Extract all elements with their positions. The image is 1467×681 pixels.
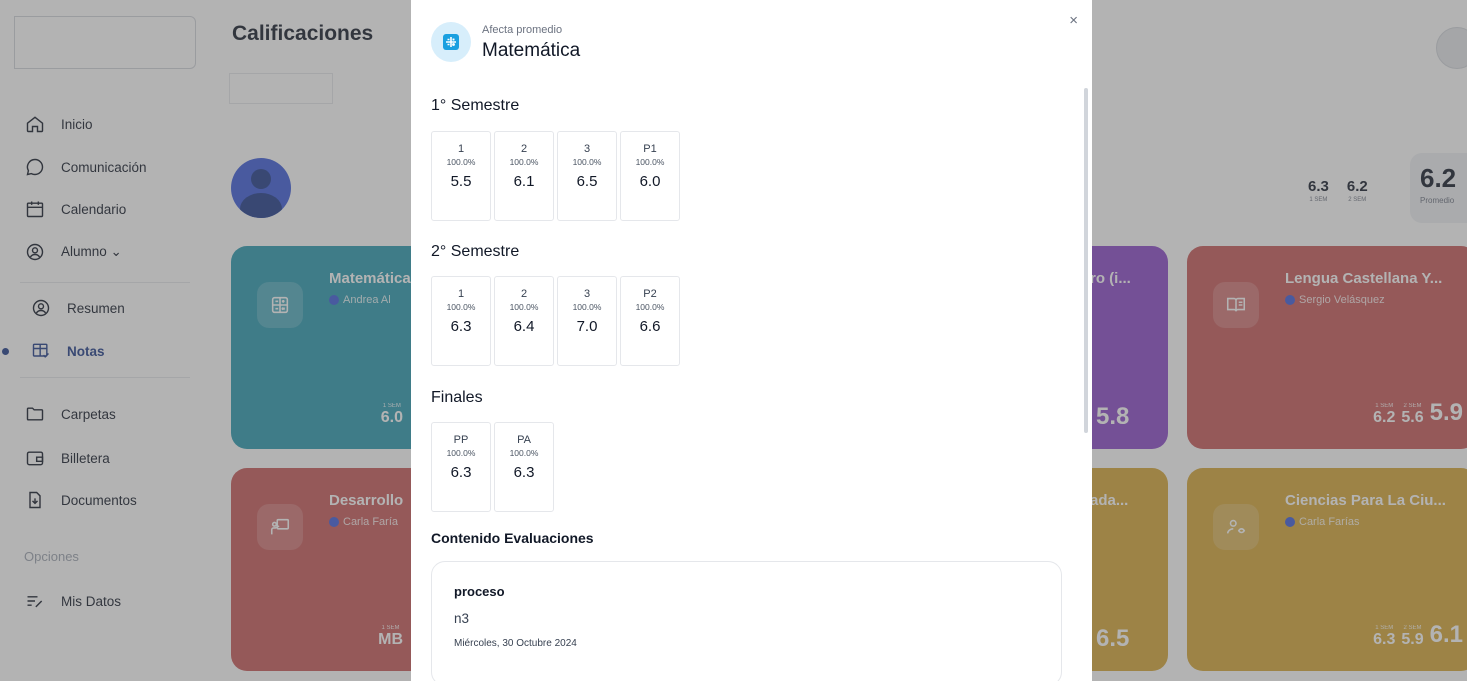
section-title-sem1: 1° Semestre <box>431 97 520 114</box>
calculator-icon <box>443 34 459 50</box>
grade-box[interactable]: 2 100.0% 6.4 <box>494 276 554 366</box>
section-title-finales: Finales <box>431 389 483 406</box>
section-title-sem2: 2° Semestre <box>431 243 520 260</box>
grade-row-sem1: 1 100.0% 5.5 2 100.0% 6.1 3 100.0% 6.5 P1 100.0… <box>431 131 680 221</box>
grade-box[interactable]: 3 100.0% 7.0 <box>557 276 617 366</box>
grade-row-finales: PP 100.0% 6.3 PA 100.0% 6.3 <box>431 422 554 512</box>
subject-icon <box>431 22 471 62</box>
evaluation-card[interactable]: proceso n3 Miércoles, 30 Octubre 2024 <box>431 561 1062 681</box>
affects-average-label: Afecta promedio <box>482 24 563 36</box>
grade-box[interactable]: P2 100.0% 6.6 <box>620 276 680 366</box>
grade-box[interactable]: 1 100.0% 6.3 <box>431 276 491 366</box>
evaluation-title: proceso <box>454 584 505 599</box>
close-icon[interactable]: × <box>1069 12 1078 29</box>
evaluation-date: Miércoles, 30 Octubre 2024 <box>454 638 577 649</box>
grade-box[interactable]: 1 100.0% 5.5 <box>431 131 491 221</box>
modal-title: Matemática <box>482 40 581 61</box>
grade-box[interactable]: 2 100.0% 6.1 <box>494 131 554 221</box>
grade-box[interactable]: 3 100.0% 6.5 <box>557 131 617 221</box>
grade-box[interactable]: P1 100.0% 6.0 <box>620 131 680 221</box>
evaluation-description: n3 <box>454 611 470 626</box>
evaluations-content-title: Contenido Evaluaciones <box>431 530 594 546</box>
grade-box[interactable]: PA 100.0% 6.3 <box>494 422 554 512</box>
scrollbar[interactable] <box>1084 88 1088 433</box>
grade-row-sem2: 1 100.0% 6.3 2 100.0% 6.4 3 100.0% 7.0 P2 100.0… <box>431 276 680 366</box>
subject-detail-modal: × Afecta promedio Matemática 1° Semestre… <box>411 0 1092 681</box>
grade-box[interactable]: PP 100.0% 6.3 <box>431 422 491 512</box>
